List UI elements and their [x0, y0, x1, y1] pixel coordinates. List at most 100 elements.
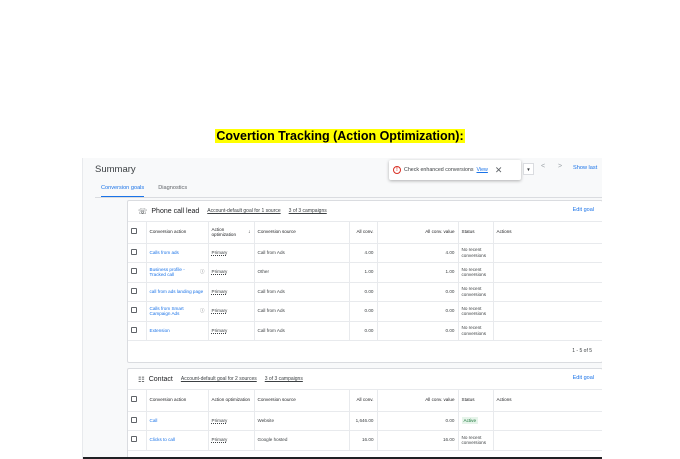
- chevron-down-icon[interactable]: ▼: [523, 163, 534, 175]
- col-status[interactable]: Status: [458, 222, 494, 244]
- goal-card-contact: ☷ Contact Account-default goal for 2 sou…: [127, 368, 602, 459]
- goal-header: ☷ Contact Account-default goal for 2 sou…: [128, 369, 602, 389]
- goal-title: Contact: [148, 375, 173, 383]
- optimization-value[interactable]: Primary: [212, 308, 228, 313]
- goal-default-link[interactable]: Account-default goal for 2 sources: [181, 376, 257, 382]
- table-header-row: Conversion action Action optimization ↓ C…: [128, 222, 602, 244]
- row-checkbox[interactable]: [131, 436, 137, 443]
- conv-value: 1.00: [377, 262, 459, 283]
- col-action-optimization-label: Action optimization: [211, 226, 237, 238]
- table-header-row: Conversion action Action optimization Co…: [128, 390, 602, 412]
- row-checkbox[interactable]: [131, 287, 137, 294]
- optimization-value[interactable]: Primary: [212, 289, 228, 294]
- col-actions: Actions: [493, 390, 602, 412]
- conversion-table: Conversion action Action optimization ↓ C…: [128, 222, 602, 341]
- conversion-table: Conversion action Action optimization Co…: [128, 390, 602, 451]
- google-ads-screenshot: Summary Conversion goals Diagnostics ! C…: [82, 158, 602, 459]
- col-status[interactable]: Status: [458, 390, 494, 412]
- conversion-action-link[interactable]: Extension: [150, 328, 170, 333]
- optimization-value[interactable]: Primary: [212, 437, 228, 442]
- all-conv-value: 1.00: [349, 262, 378, 283]
- status-badge: Active: [461, 416, 479, 424]
- conv-value: 0.00: [377, 301, 459, 322]
- source-value: Other: [254, 262, 350, 283]
- goal-card-phone-call-lead: ☏ Phone call lead Account-default goal f…: [127, 200, 602, 363]
- optimization-value[interactable]: Primary: [212, 269, 228, 274]
- status-value: No recent conversions: [458, 301, 494, 322]
- col-conversion-source[interactable]: Conversion source: [254, 222, 350, 244]
- all-conv-value: 4.00: [349, 243, 378, 263]
- table-row: Call Primary Website 1,646.00 0.00 Activ…: [128, 411, 602, 431]
- status-value: No recent conversions: [458, 282, 494, 302]
- chevron-left-icon[interactable]: <: [541, 163, 545, 170]
- chevron-right-icon[interactable]: >: [558, 163, 562, 170]
- actions-cell: [493, 262, 602, 283]
- conversion-action-link[interactable]: call from ads landing page: [150, 289, 204, 294]
- table-row: Calls from ads Primary Call from Ads 4.0…: [128, 243, 602, 263]
- info-icon[interactable]: ⓘ: [200, 269, 205, 275]
- show-last-button[interactable]: Show last: [573, 165, 597, 171]
- conversion-action-link[interactable]: Call: [150, 418, 158, 423]
- col-all-conv[interactable]: All conv.: [349, 222, 378, 244]
- goal-campaigns-link[interactable]: 3 of 3 campaigns: [265, 376, 303, 382]
- toast-view-link[interactable]: View: [477, 167, 488, 173]
- col-conversion-action[interactable]: Conversion action: [146, 222, 209, 244]
- goal-default-link[interactable]: Account-default goal for 1 source: [207, 208, 280, 214]
- col-conversion-source[interactable]: Conversion source: [254, 390, 350, 412]
- select-all-checkbox[interactable]: [131, 396, 137, 403]
- close-icon[interactable]: ✕: [495, 165, 503, 176]
- actions-cell: [493, 321, 602, 341]
- contact-icon: ☷: [138, 374, 145, 384]
- page-title: Summary: [95, 164, 136, 175]
- edit-goal-button[interactable]: Edit goal: [573, 207, 594, 213]
- info-icon[interactable]: ⓘ: [200, 308, 205, 314]
- conversion-action-link[interactable]: Clicks to call: [150, 437, 176, 442]
- row-checkbox[interactable]: [131, 268, 137, 275]
- col-all-conv-value[interactable]: All conv. value: [377, 222, 459, 244]
- conversion-action-link[interactable]: Calls from ads: [150, 250, 179, 255]
- table-row: Extension Primary Call from Ads 0.00 0.0…: [128, 321, 602, 341]
- col-action-optimization[interactable]: Action optimization: [208, 390, 255, 412]
- actions-cell: [493, 243, 602, 263]
- edit-goal-button[interactable]: Edit goal: [573, 375, 594, 381]
- tabs-divider: [95, 197, 602, 198]
- table-row: Business profile - Tracked call ⓘ Primary…: [128, 262, 602, 283]
- col-actions: Actions: [493, 222, 602, 244]
- col-conversion-action[interactable]: Conversion action: [146, 390, 209, 412]
- pagination-info: 1 - 5 of 5: [572, 348, 592, 354]
- optimization-value[interactable]: Primary: [212, 418, 228, 423]
- row-checkbox[interactable]: [131, 248, 137, 255]
- row-checkbox[interactable]: [131, 326, 137, 333]
- conv-value: 16.00: [377, 430, 459, 451]
- actions-cell: [493, 301, 602, 322]
- row-checkbox[interactable]: [131, 307, 137, 314]
- toast-message: Check enhanced conversions: [404, 167, 474, 173]
- col-all-conv[interactable]: All conv.: [349, 390, 378, 412]
- status-value: No recent conversions: [458, 262, 494, 283]
- conversion-action-link[interactable]: Business profile - Tracked call: [150, 267, 201, 278]
- conversion-action-link[interactable]: Calls from Smart Campaign Ads: [150, 306, 201, 317]
- source-value: Call from Ads: [254, 243, 350, 263]
- warning-icon: !: [393, 166, 401, 174]
- table-row: call from ads landing page Primary Call …: [128, 282, 602, 302]
- all-conv-value: 16.00: [349, 430, 378, 451]
- source-value: Google hosted: [254, 430, 350, 451]
- col-all-conv-value[interactable]: All conv. value: [377, 390, 459, 412]
- goal-campaigns-link[interactable]: 3 of 3 campaigns: [289, 208, 327, 214]
- conv-value: 4.00: [377, 243, 459, 263]
- all-conv-value: 0.00: [349, 301, 378, 322]
- sort-down-icon[interactable]: ↓: [248, 229, 251, 235]
- optimization-value[interactable]: Primary: [212, 250, 228, 255]
- source-value: Call from Ads: [254, 301, 350, 322]
- source-value: Call from Ads: [254, 321, 350, 341]
- row-checkbox[interactable]: [131, 416, 137, 423]
- goal-header: ☏ Phone call lead Account-default goal f…: [128, 201, 602, 221]
- select-all-cell: [128, 222, 147, 244]
- select-all-checkbox[interactable]: [131, 228, 137, 235]
- source-value: Website: [254, 411, 350, 431]
- optimization-value[interactable]: Primary: [212, 328, 228, 333]
- status-value: No recent conversions: [458, 321, 494, 341]
- col-action-optimization[interactable]: Action optimization ↓: [208, 222, 255, 244]
- enhanced-conversions-toast: ! Check enhanced conversions View ✕: [389, 160, 521, 180]
- conv-value: 0.00: [377, 321, 459, 341]
